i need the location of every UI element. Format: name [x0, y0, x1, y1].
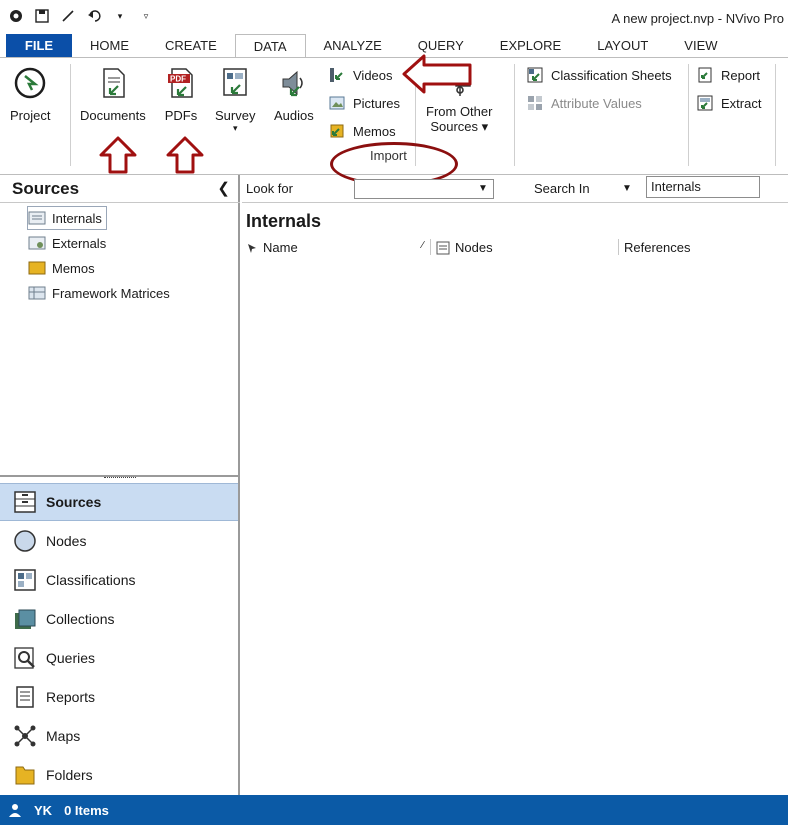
nodes-column-icon: [436, 241, 450, 254]
nav-label: Queries: [46, 650, 96, 666]
nav-label: Reports: [46, 689, 96, 705]
sort-indicator-icon: ∕: [422, 240, 424, 251]
nav-maps[interactable]: Maps: [0, 717, 238, 755]
nav-label: Maps: [46, 728, 81, 744]
tree-item-label: Framework Matrices: [52, 285, 170, 301]
nodes-circle-icon: [12, 528, 38, 554]
search-in-field[interactable]: Internals: [646, 176, 760, 198]
list-view-pane: Look for ▼ Search In ▼ Internals Interna…: [242, 175, 788, 795]
column-name-label: Name: [263, 240, 298, 255]
tree-item-label: Internals: [52, 210, 102, 226]
sources-pane-title: Sources: [12, 179, 80, 198]
framework-matrices-icon: [28, 286, 46, 300]
search-in-dropdown-icon[interactable]: ▼: [622, 183, 632, 194]
pane-splitter[interactable]: [0, 475, 240, 481]
column-name[interactable]: Name: [246, 240, 298, 255]
nav-sources[interactable]: Sources: [0, 483, 238, 521]
navigation-pane: Sources ❮ Internals Externals Memos Fram…: [0, 175, 240, 795]
externals-folder-icon: [28, 236, 46, 250]
look-for-dropdown-icon[interactable]: ▼: [478, 183, 488, 194]
tree-item-label: Externals: [52, 235, 107, 251]
annotation-arrow-videos: [402, 54, 472, 94]
column-separator[interactable]: [430, 239, 431, 255]
tree-item-label: Memos: [52, 260, 95, 276]
nav-label: Collections: [46, 611, 115, 627]
column-separator[interactable]: [618, 239, 619, 255]
status-item-count: 0 Items: [64, 802, 109, 818]
nav-reports[interactable]: Reports: [0, 678, 238, 716]
list-title: Internals: [246, 211, 322, 231]
user-icon: [9, 804, 21, 817]
search-in-label: Search In: [534, 181, 590, 196]
nav-queries[interactable]: Queries: [0, 639, 238, 677]
look-for-input[interactable]: [354, 179, 494, 199]
queries-magnifier-icon: [12, 645, 38, 671]
reports-icon: [12, 684, 38, 710]
classifications-icon: [12, 567, 38, 593]
find-bar: Look for ▼ Search In ▼ Internals: [242, 175, 788, 203]
nav-label: Nodes: [46, 533, 87, 549]
nav-label: Folders: [46, 767, 93, 783]
folders-icon: [12, 762, 38, 788]
column-nodes-label: Nodes: [455, 240, 493, 255]
maps-network-icon: [12, 723, 38, 749]
pin-icon: [248, 243, 256, 253]
nav-nodes[interactable]: Nodes: [0, 522, 238, 560]
column-references[interactable]: References: [624, 240, 690, 255]
sources-pane-header: Sources ❮: [0, 175, 240, 203]
collections-icon: [12, 606, 38, 632]
internals-folder-icon: [28, 211, 46, 225]
splitter-grip[interactable]: [104, 477, 136, 480]
memos-folder-icon: [28, 261, 46, 275]
nav-folders[interactable]: Folders: [0, 756, 238, 794]
annotation-arrow-documents: [99, 136, 137, 174]
nav-classifications[interactable]: Classifications: [0, 561, 238, 599]
annotation-arrow-pdfs: [166, 136, 204, 174]
nav-label: Sources: [46, 494, 102, 510]
tree-item-externals[interactable]: Externals: [28, 232, 106, 254]
column-nodes[interactable]: Nodes: [436, 240, 493, 255]
sources-cabinet-icon: [12, 489, 38, 515]
tree-item-internals[interactable]: Internals: [27, 206, 107, 230]
column-references-label: References: [624, 240, 691, 255]
nav-label: Classifications: [46, 572, 136, 588]
status-bar: YK 0 Items: [0, 795, 788, 825]
tree-item-framework-matrices[interactable]: Framework Matrices: [28, 282, 170, 304]
nav-collections[interactable]: Collections: [0, 600, 238, 638]
status-user: YK: [34, 802, 53, 818]
tree-item-memos[interactable]: Memos: [28, 257, 95, 279]
column-headers: Name ∕ Nodes References: [242, 237, 788, 259]
look-for-label: Look for: [246, 181, 293, 196]
collapse-chevron-icon[interactable]: ❮: [217, 179, 230, 197]
